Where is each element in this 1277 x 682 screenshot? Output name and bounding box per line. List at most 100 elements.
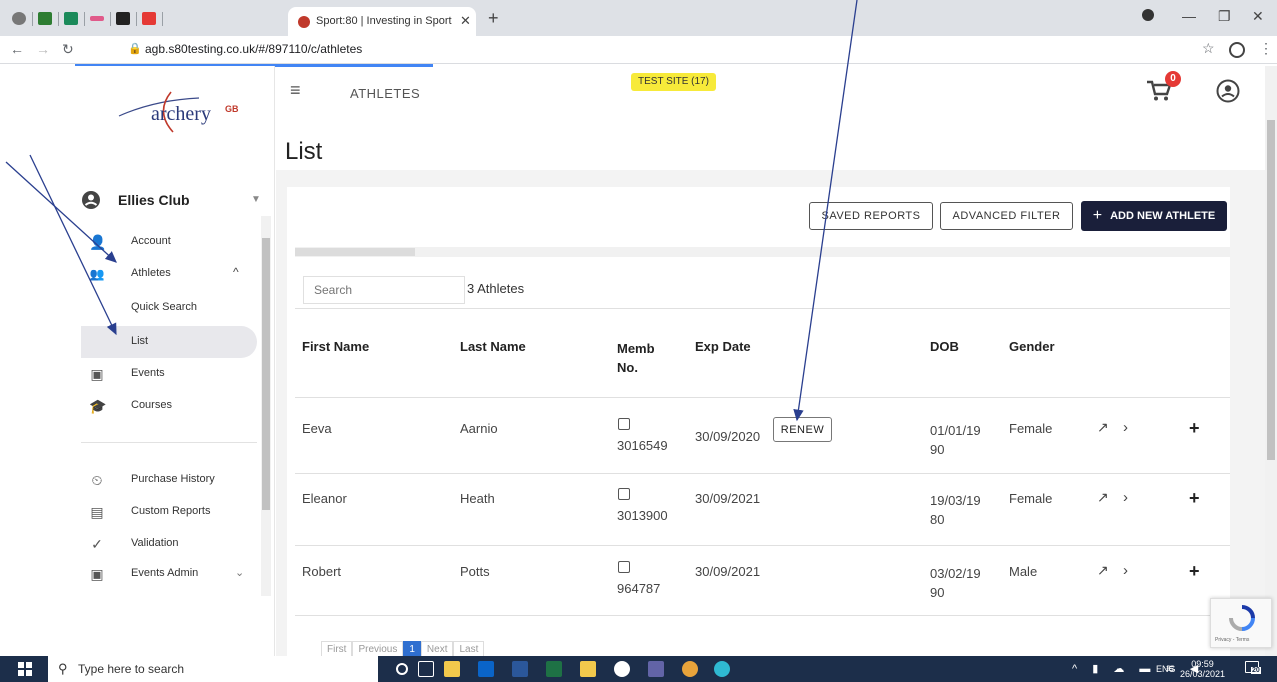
window-close-icon[interactable]: ✕ bbox=[1252, 8, 1264, 25]
open-external-icon[interactable]: ↗ bbox=[1097, 419, 1109, 436]
cell-first-name: Robert bbox=[302, 564, 342, 579]
file-explorer-icon[interactable] bbox=[444, 661, 460, 677]
table-horizontal-scrollbar[interactable] bbox=[295, 247, 1230, 257]
hamburger-menu-icon[interactable]: ≡ bbox=[290, 80, 301, 101]
search-input[interactable] bbox=[303, 276, 465, 304]
chrome-icon[interactable] bbox=[682, 661, 698, 677]
copy-icon[interactable] bbox=[618, 418, 630, 430]
restore-icon[interactable]: ❐ bbox=[1218, 8, 1231, 25]
sidebar-item-label: Quick Search bbox=[131, 301, 198, 313]
add-new-athlete-button[interactable]: + ADD NEW ATHLETE bbox=[1081, 201, 1227, 231]
sidebar-item-athletes[interactable]: 👥 Athletes ^ bbox=[75, 260, 257, 288]
people-icon: 👥 bbox=[89, 267, 105, 281]
header-last-name[interactable]: Last Name bbox=[460, 339, 526, 354]
header-memb-no[interactable]: Memb No. bbox=[617, 339, 655, 377]
add-icon[interactable]: + bbox=[1189, 488, 1200, 509]
url-field[interactable]: agb.s80testing.co.uk/#/897110/c/athletes bbox=[145, 42, 362, 56]
club-name[interactable]: Ellies Club bbox=[118, 192, 190, 208]
kebab-menu-icon[interactable]: ⋮ bbox=[1259, 40, 1273, 57]
add-icon[interactable]: + bbox=[1189, 418, 1200, 439]
copy-icon[interactable] bbox=[618, 561, 630, 573]
header-gender[interactable]: Gender bbox=[1009, 339, 1055, 354]
lock-icon[interactable]: 🔒 bbox=[128, 42, 142, 55]
table-scrollbar-thumb[interactable] bbox=[295, 248, 415, 256]
forward-icon[interactable]: → bbox=[36, 41, 50, 57]
sidebar-item-events-admin[interactable]: ▣ Events Admin ⌄ bbox=[75, 560, 257, 588]
reload-icon[interactable]: ↻ bbox=[62, 41, 74, 58]
bookmark-separator bbox=[84, 12, 85, 26]
cell-exp-date: 30/09/2021 bbox=[695, 564, 761, 579]
sidebar-item-events[interactable]: ▣ Events bbox=[75, 360, 257, 388]
minimize-icon[interactable]: — bbox=[1182, 8, 1196, 24]
notification-center-icon[interactable]: 20 bbox=[1245, 661, 1261, 677]
sidebar-item-courses[interactable]: 🎓 Courses bbox=[75, 392, 257, 420]
header-dob[interactable]: DOB bbox=[930, 339, 959, 354]
row-divider bbox=[295, 545, 1230, 546]
bookmark-icon[interactable] bbox=[38, 12, 52, 25]
windows-start-icon[interactable] bbox=[18, 662, 32, 676]
table-row[interactable]: Eeva Aarnio 3016549 30/09/2020 01/01/19 … bbox=[287, 409, 1230, 469]
user-account-icon[interactable] bbox=[1216, 79, 1240, 103]
sidebar-item-quick-search[interactable]: Quick Search bbox=[75, 294, 257, 322]
row-divider bbox=[295, 308, 1230, 309]
table-row[interactable]: Robert Potts 964787 30/09/2021 03/02/19 … bbox=[287, 549, 1230, 609]
tray-language[interactable]: ENG bbox=[1156, 664, 1176, 674]
advanced-filter-button[interactable]: ADVANCED FILTER bbox=[940, 202, 1073, 230]
recaptcha-badge[interactable]: Privacy - Terms bbox=[1210, 598, 1272, 648]
saved-reports-button[interactable]: SAVED REPORTS bbox=[809, 202, 933, 230]
sidebar-item-label: Events bbox=[131, 367, 165, 379]
app-icon[interactable] bbox=[614, 661, 630, 677]
recaptcha-terms[interactable]: Privacy - Terms bbox=[1215, 637, 1249, 643]
cell-first-name: Eleanor bbox=[302, 491, 347, 506]
chevron-down-icon[interactable]: ▼ bbox=[251, 194, 261, 205]
sidebar-item-list[interactable]: List bbox=[75, 328, 257, 356]
task-view-icon[interactable] bbox=[418, 661, 434, 677]
page-scrollbar-thumb[interactable] bbox=[1267, 120, 1275, 460]
header-exp-date[interactable]: Exp Date bbox=[695, 339, 751, 354]
account-icon[interactable] bbox=[1229, 42, 1245, 58]
teams-icon[interactable] bbox=[648, 661, 664, 677]
header-first-name[interactable]: First Name bbox=[302, 339, 369, 354]
plus-icon: + bbox=[1092, 207, 1103, 224]
sidebar-item-account[interactable]: 👤 Account bbox=[75, 228, 257, 256]
table-row[interactable]: Eleanor Heath 3013900 30/09/2021 19/03/1… bbox=[287, 477, 1230, 537]
open-external-icon[interactable]: ↗ bbox=[1097, 489, 1109, 506]
chevron-right-icon[interactable]: › bbox=[1123, 419, 1128, 436]
cortana-icon[interactable] bbox=[396, 663, 408, 675]
chevron-right-icon[interactable]: › bbox=[1123, 562, 1128, 579]
word-icon[interactable] bbox=[512, 661, 528, 677]
copy-icon[interactable] bbox=[618, 488, 630, 500]
chevron-down-icon[interactable]: ⌄ bbox=[235, 566, 244, 579]
close-tab-icon[interactable]: ✕ bbox=[460, 13, 471, 29]
new-tab-icon[interactable]: + bbox=[488, 8, 499, 29]
sidebar-item-purchase-history[interactable]: ⏲ Purchase History bbox=[75, 466, 257, 494]
browser-tab-active[interactable]: Sport:80 | Investing in Sport ✕ bbox=[288, 7, 476, 36]
taskbar-search[interactable]: ⚲ Type here to search bbox=[48, 656, 378, 682]
bookmark-icon[interactable] bbox=[64, 12, 78, 25]
search-icon: ⚲ bbox=[58, 661, 68, 676]
taskbar-search-placeholder: Type here to search bbox=[78, 662, 185, 676]
back-icon[interactable]: ← bbox=[10, 41, 24, 57]
globe-icon[interactable] bbox=[12, 12, 26, 25]
chevron-up-icon[interactable]: ^ bbox=[233, 265, 239, 279]
sidebar-item-validation[interactable]: ✓ Validation bbox=[75, 530, 257, 558]
edge-icon[interactable] bbox=[714, 661, 730, 677]
profile-dot-icon[interactable] bbox=[1142, 9, 1154, 21]
renew-button[interactable]: RENEW bbox=[773, 417, 832, 442]
sidebar-scrollbar-thumb[interactable] bbox=[262, 238, 270, 510]
bookmark-star-icon[interactable]: ☆ bbox=[1202, 40, 1215, 57]
bookmark-icon[interactable] bbox=[90, 16, 104, 21]
youtube-icon[interactable] bbox=[142, 12, 156, 25]
open-external-icon[interactable]: ↗ bbox=[1097, 562, 1109, 579]
tray-clock[interactable]: 09:59 26/03/2021 bbox=[1180, 659, 1225, 679]
sidebar-item-custom-reports[interactable]: ▤ Custom Reports bbox=[75, 498, 257, 526]
chevron-right-icon[interactable]: › bbox=[1123, 489, 1128, 506]
recaptcha-icon bbox=[1229, 605, 1255, 631]
add-icon[interactable]: + bbox=[1189, 561, 1200, 582]
outlook-icon[interactable] bbox=[478, 661, 494, 677]
excel-icon[interactable] bbox=[546, 661, 562, 677]
sidebar-divider bbox=[81, 442, 257, 443]
sidebar-item-label: Custom Reports bbox=[131, 505, 211, 517]
sticky-notes-icon[interactable] bbox=[580, 661, 596, 677]
bookmark-icon[interactable] bbox=[116, 12, 130, 25]
